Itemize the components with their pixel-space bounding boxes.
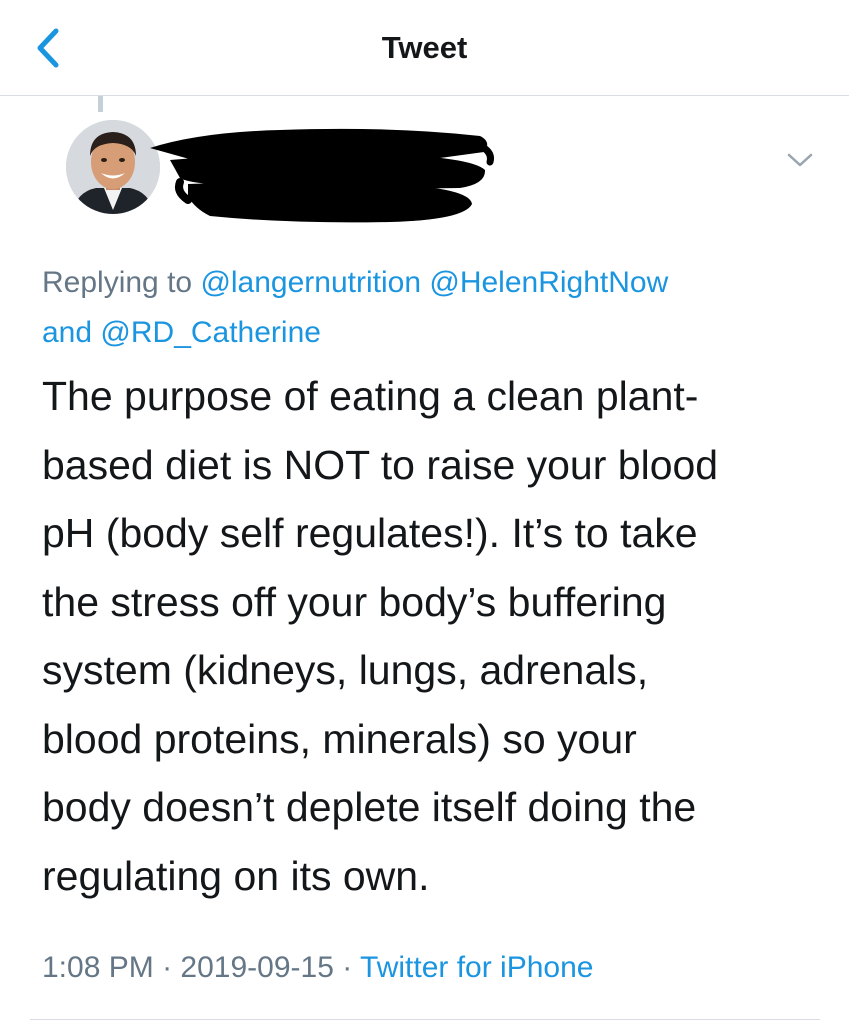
tweet-text-line: body doesn’t deplete itself doing the — [42, 784, 697, 830]
tweet-menu-button[interactable] — [786, 150, 814, 170]
tweet-time[interactable]: 1:08 PM — [42, 951, 154, 984]
tweet-text-line: The purpose of eating a clean plant- — [42, 373, 699, 419]
meta-separator: · — [342, 951, 353, 984]
tweet-text-line: based diet is NOT to raise your blood — [42, 441, 719, 488]
tweet-text-line: pH (body self regulates!). It’s to take — [42, 510, 698, 556]
meta-separator: · — [162, 951, 173, 984]
mention-link[interactable]: @RD_Catherine — [100, 316, 321, 349]
divider — [30, 1019, 820, 1020]
chevron-down-icon — [787, 153, 813, 167]
mention-link[interactable]: @langernutrition — [200, 266, 421, 299]
tweet-text-line: regulating on its own. — [42, 852, 430, 899]
replying-to-line: Replying to @langernutrition @HelenRight… — [42, 258, 822, 358]
mention-link[interactable]: @HelenRightNow — [429, 266, 668, 299]
thread-connector-line — [98, 96, 103, 112]
replying-to-label: Replying to — [42, 266, 193, 299]
redacted-author-name — [150, 128, 494, 223]
tweet-meta: 1:08 PM · 2019-09-15 · Twitter for iPhon… — [42, 946, 593, 990]
tweet-date[interactable]: 2019-09-15 — [180, 951, 333, 984]
tweet-source-link[interactable]: Twitter for iPhone — [360, 951, 593, 984]
navigation-bar: Tweet — [0, 0, 849, 96]
tweet-text-line: system (kidneys, lungs, adrenals, — [42, 647, 649, 693]
tweet-text-line: blood proteins, minerals) so your — [42, 715, 637, 762]
tweet-body: The purpose of eating a clean plant-base… — [42, 362, 822, 910]
page-title: Tweet — [381, 30, 468, 65]
tweet-text-line: the stress off your body’s buffering — [42, 578, 667, 625]
mention-conjunction[interactable]: and — [42, 316, 92, 349]
